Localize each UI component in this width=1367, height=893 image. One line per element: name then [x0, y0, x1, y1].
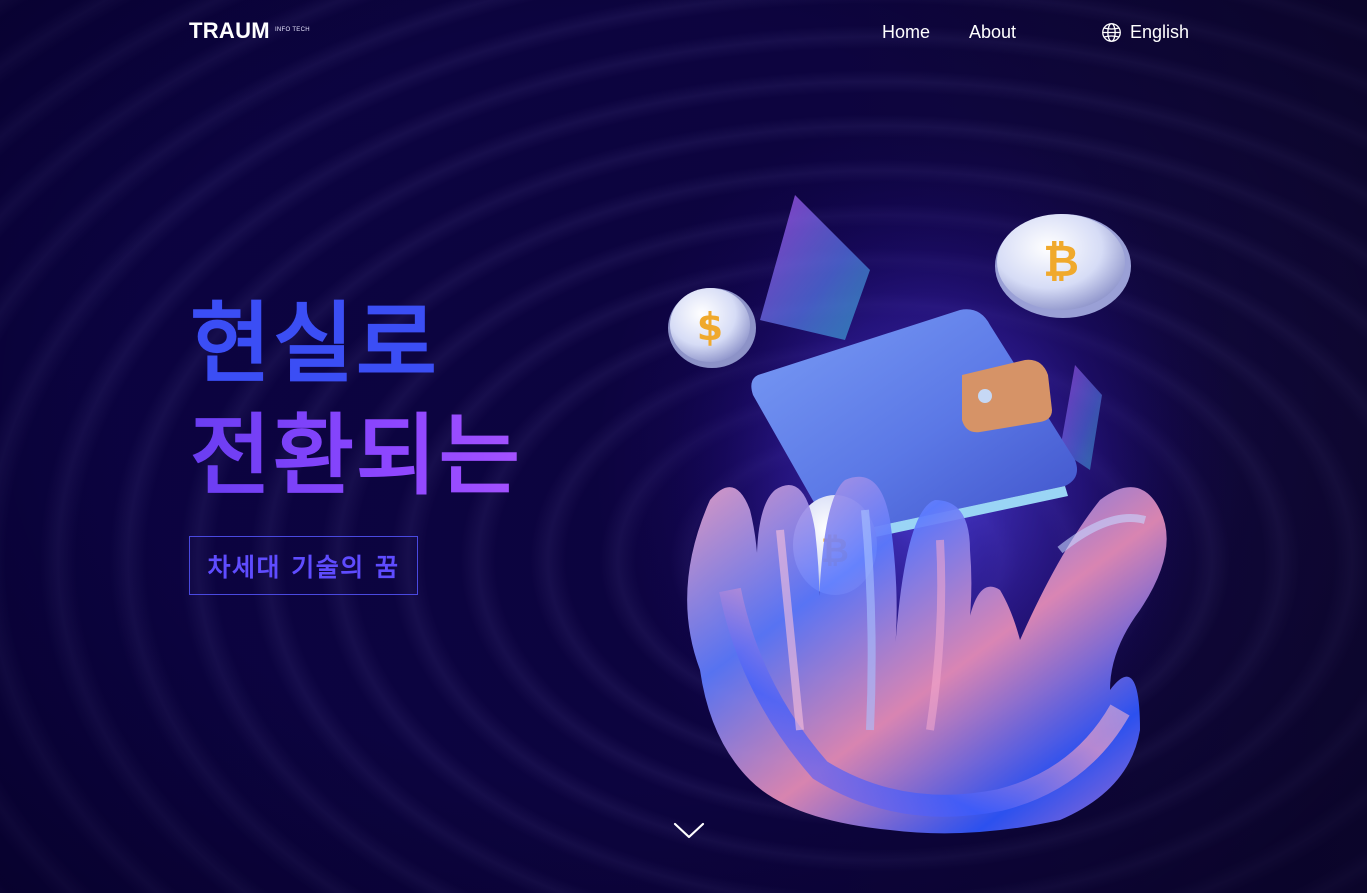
main-nav: Home About	[882, 22, 1016, 43]
logo-text: TRAUM	[189, 18, 270, 43]
dollar-coin-icon: $	[668, 288, 756, 368]
language-label: English	[1130, 22, 1190, 42]
logo-subtext: INFO TECH	[274, 27, 310, 33]
hero-headline: 현실로 전환되는	[190, 288, 522, 512]
hero-tagline-box: 차세대 기술의 꿈	[189, 536, 418, 595]
chevron-down-icon[interactable]	[671, 818, 707, 842]
headline-line-1: 현실로	[190, 292, 439, 395]
language-selector[interactable]: English	[1101, 22, 1189, 43]
globe-icon	[1102, 23, 1121, 42]
bitcoin-coin-icon: ₿	[995, 214, 1131, 318]
nav-about-link[interactable]: About	[969, 22, 1016, 43]
hero-illustration: ₿ $ ₿	[660, 170, 1200, 834]
nav-home-link[interactable]: Home	[882, 22, 930, 43]
svg-text:$: $	[697, 305, 723, 349]
glass-hand-shape	[687, 476, 1167, 834]
site-header: TRAUM INFO TECH Home About English	[0, 0, 1367, 64]
headline-line-2: 전환되는	[190, 400, 522, 512]
svg-text:₿: ₿	[1043, 236, 1079, 287]
logo[interactable]: TRAUM INFO TECH	[189, 18, 310, 44]
